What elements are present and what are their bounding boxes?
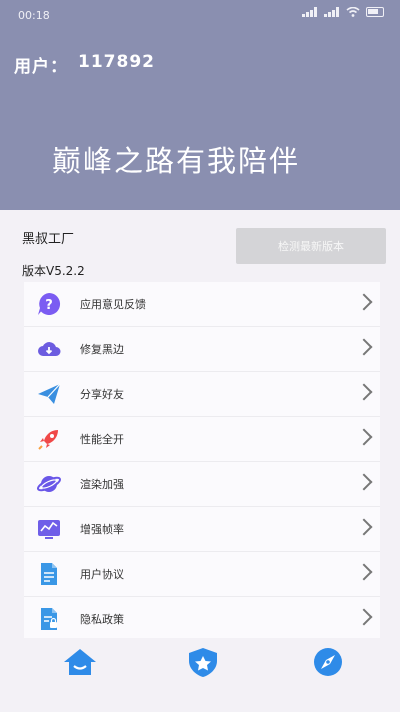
menu-item-label: 隐私政策 — [80, 613, 124, 626]
compass-icon — [314, 648, 342, 676]
menu-item-user-agreement[interactable]: 用户协议 — [24, 552, 380, 597]
home-icon — [64, 649, 96, 675]
menu-item-render[interactable]: 渲染加强 — [24, 462, 380, 507]
paper-plane-icon — [36, 381, 62, 407]
privacy-doc-icon — [36, 606, 62, 632]
chart-icon — [36, 516, 62, 542]
chevron-right-icon — [355, 383, 373, 401]
battery-icon — [366, 7, 384, 17]
menu-item-framerate[interactable]: 增强帧率 — [24, 507, 380, 552]
user-info: 用户： 117892 — [14, 52, 155, 77]
chevron-right-icon — [355, 608, 373, 626]
nav-compass-button[interactable] — [310, 646, 346, 678]
status-time: 00:18 — [18, 9, 50, 22]
menu-item-feedback[interactable]: ? 应用意见反馈 — [24, 282, 380, 327]
menu-item-label: 用户协议 — [80, 568, 124, 581]
chevron-right-icon — [355, 338, 373, 356]
menu-item-label: 渲染加强 — [80, 478, 124, 491]
menu-item-fix-black-border[interactable]: 修复黑边 — [24, 327, 380, 372]
svg-text:?: ? — [45, 298, 53, 313]
planet-icon — [36, 471, 62, 497]
wifi-icon — [346, 7, 360, 17]
menu-item-label: 增强帧率 — [80, 523, 124, 536]
signal-icon-2 — [324, 7, 340, 17]
user-label: 用户： — [14, 57, 68, 77]
check-update-button[interactable]: 检测最新版本 — [236, 228, 386, 264]
bottom-nav — [0, 638, 400, 698]
nav-home-button[interactable] — [62, 646, 98, 678]
app-name: 黑叔工厂 — [22, 232, 75, 247]
app-version: 版本V5.2.2 — [22, 264, 85, 278]
signal-icon — [302, 7, 318, 17]
chevron-right-icon — [355, 563, 373, 581]
cloud-icon — [36, 336, 62, 362]
shield-icon — [189, 648, 217, 677]
question-icon: ? — [36, 291, 62, 317]
menu-item-share[interactable]: 分享好友 — [24, 372, 380, 417]
status-bar: 00:18 — [0, 0, 400, 28]
main-content: 黑叔工厂 版本V5.2.2 检测最新版本 ? 应用意见反馈 修复黑边 分享好友 … — [0, 210, 400, 712]
rocket-icon — [36, 426, 62, 452]
nav-shield-button[interactable] — [185, 646, 221, 678]
menu-item-performance[interactable]: 性能全开 — [24, 417, 380, 462]
menu-item-label: 性能全开 — [80, 433, 124, 446]
menu-item-label: 分享好友 — [80, 388, 124, 401]
menu-item-label: 修复黑边 — [80, 343, 124, 356]
user-id: 117892 — [78, 52, 155, 72]
settings-menu: ? 应用意见反馈 修复黑边 分享好友 性能全开 渲染加强 增强帧率 用户协议 隐… — [24, 282, 380, 642]
header: 00:18 用户： 117892 巅峰之路有我陪伴 — [0, 0, 400, 210]
menu-item-label: 应用意见反馈 — [80, 298, 146, 311]
chevron-right-icon — [355, 428, 373, 446]
chevron-right-icon — [355, 293, 373, 311]
menu-item-privacy-policy[interactable]: 隐私政策 — [24, 597, 380, 642]
chevron-right-icon — [355, 473, 373, 491]
status-icons — [302, 7, 384, 17]
slogan: 巅峰之路有我陪伴 — [52, 144, 301, 178]
document-icon — [36, 561, 62, 587]
chevron-right-icon — [355, 518, 373, 536]
